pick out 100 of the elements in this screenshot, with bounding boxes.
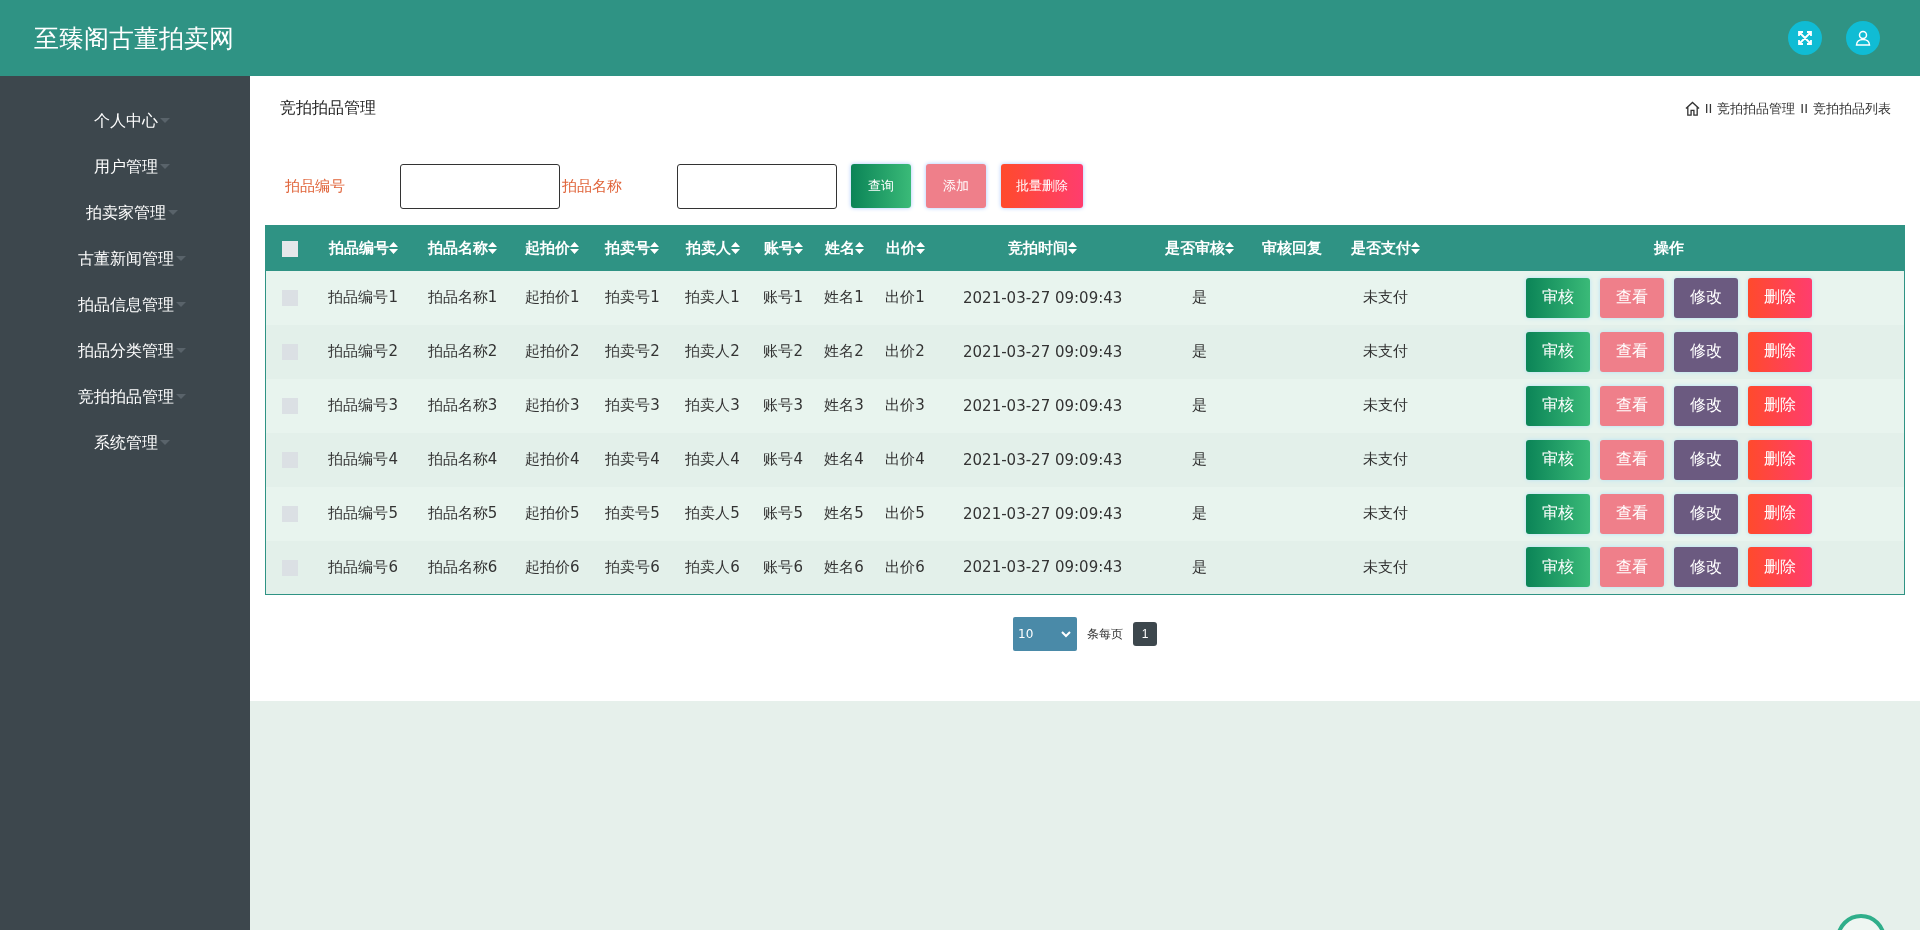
sort-icon[interactable] (1068, 242, 1078, 255)
caret-icon (176, 302, 186, 308)
table-cell: 账号4 (763, 450, 803, 468)
table-cell: 2021-03-27 09:09:43 (963, 450, 1123, 469)
search-button[interactable]: 查询 (851, 164, 911, 208)
table-cell: 是 (1191, 396, 1207, 414)
delete-button[interactable]: 删除 (1748, 493, 1813, 534)
table-cell: 拍品名称3 (427, 396, 498, 414)
review-button[interactable]: 审核 (1526, 493, 1591, 534)
edit-button[interactable]: 修改 (1674, 331, 1739, 372)
view-button[interactable]: 查看 (1600, 385, 1665, 426)
table-cell: 未支付 (1362, 557, 1408, 576)
sidebar-item[interactable]: 系统管理 (80, 428, 170, 458)
column-header: 审核回复 (1262, 238, 1323, 258)
search-field[interactable] (400, 163, 560, 209)
home-icon[interactable] (1684, 101, 1700, 116)
sort-icon[interactable] (488, 242, 498, 255)
delete-button[interactable]: 删除 (1748, 439, 1813, 480)
edit-button[interactable]: 修改 (1674, 385, 1739, 426)
caret-icon (168, 210, 178, 216)
table-cell: 拍卖人6 (685, 557, 740, 576)
table-cell: 起拍价3 (525, 396, 580, 414)
table-cell: 2021-03-27 09:09:43 (963, 396, 1123, 415)
table-cell: 姓名1 (824, 288, 864, 306)
page-button[interactable]: 1 (1133, 622, 1157, 646)
table-cell: 出价3 (885, 396, 925, 414)
sidebar-item[interactable]: 用户管理 (80, 152, 170, 182)
sort-icon[interactable] (730, 242, 740, 255)
view-button[interactable]: 查看 (1600, 493, 1665, 534)
sort-icon[interactable] (650, 242, 660, 255)
select-all-checkbox[interactable] (281, 240, 298, 257)
table-cell: 拍卖人2 (685, 342, 740, 360)
delete-button[interactable]: 删除 (1748, 277, 1813, 318)
table-cell: 拍卖人5 (685, 504, 740, 522)
search-field[interactable] (677, 163, 837, 209)
sort-icon[interactable] (915, 242, 925, 255)
review-button[interactable]: 审核 (1526, 277, 1591, 318)
breadcrumb-separator: II (1800, 101, 1808, 116)
table-cell: 出价5 (885, 504, 925, 522)
table-cell: 拍卖号4 (605, 450, 660, 468)
table-cell: 拍品编号4 (328, 450, 398, 468)
sidebar-item[interactable]: 拍卖家管理 (72, 198, 178, 228)
table-cell: 拍品名称6 (427, 557, 498, 576)
delete-button[interactable]: 删除 (1748, 385, 1813, 426)
table-cell: 是 (1191, 557, 1207, 576)
view-button[interactable]: 查看 (1600, 277, 1665, 318)
sidebar-item[interactable]: 拍品信息管理 (64, 290, 186, 320)
caret-icon (176, 394, 186, 400)
add-button[interactable]: 添加 (926, 164, 986, 208)
table-cell: 姓名5 (824, 504, 864, 522)
edit-button[interactable]: 修改 (1674, 493, 1739, 534)
sort-icon[interactable] (793, 242, 803, 255)
review-button[interactable]: 审核 (1526, 439, 1591, 480)
table-cell: 起拍价5 (525, 504, 580, 522)
per-page-label: 条每页 (1087, 625, 1123, 643)
sort-icon[interactable] (1410, 242, 1420, 255)
batch-delete-button[interactable]: 批量删除 (1001, 164, 1083, 208)
view-button[interactable]: 查看 (1600, 547, 1665, 588)
sort-icon[interactable] (1224, 242, 1234, 255)
table-cell: 未支付 (1362, 288, 1408, 306)
delete-button[interactable]: 删除 (1748, 331, 1813, 372)
table-cell: 拍品名称5 (427, 504, 498, 522)
table-cell: 2021-03-27 09:09:43 (963, 288, 1123, 307)
table-cell: 拍品名称1 (427, 288, 498, 306)
table-cell: 拍品编号6 (328, 557, 398, 576)
table-cell: 拍卖号2 (605, 342, 660, 360)
page-size-select[interactable]: 10 (1013, 617, 1077, 651)
table-cell: 拍卖人1 (685, 288, 740, 306)
review-button[interactable]: 审核 (1526, 331, 1591, 372)
sort-icon[interactable] (388, 242, 398, 255)
sidebar-item[interactable]: 竞拍拍品管理 (64, 382, 186, 412)
table-cell: 未支付 (1362, 396, 1408, 414)
table-cell: 出价4 (885, 450, 925, 468)
view-button[interactable]: 查看 (1600, 331, 1665, 372)
column-header[interactable]: 竞拍时间 (1008, 238, 1078, 258)
view-button[interactable]: 查看 (1600, 439, 1665, 480)
breadcrumb-link[interactable]: 竞拍拍品列表 (1813, 99, 1891, 118)
review-button[interactable]: 审核 (1526, 547, 1591, 588)
sort-icon[interactable] (854, 242, 864, 255)
breadcrumb-link[interactable]: 竞拍拍品管理 (1717, 99, 1796, 118)
sidebar-item[interactable]: 个人中心 (80, 106, 170, 136)
review-button[interactable]: 审核 (1526, 385, 1591, 426)
edit-button[interactable]: 修改 (1674, 439, 1739, 480)
sidebar-item[interactable]: 拍品分类管理 (64, 336, 186, 366)
table-cell: 拍品名称2 (427, 342, 498, 360)
table-cell: 拍品编号5 (328, 504, 398, 522)
delete-button[interactable]: 删除 (1748, 547, 1813, 588)
sort-icon[interactable] (570, 242, 580, 255)
table-cell: 拍卖人4 (685, 450, 740, 468)
fullscreen-button[interactable] (1788, 21, 1822, 55)
sidebar-item[interactable]: 古董新闻管理 (64, 244, 186, 274)
table-cell: 姓名2 (824, 342, 864, 360)
table-cell: 账号3 (763, 396, 803, 414)
column-header: 操作 (1654, 238, 1685, 258)
table-cell: 是 (1191, 504, 1207, 522)
caret-icon (176, 348, 186, 354)
edit-button[interactable]: 修改 (1674, 547, 1739, 588)
edit-button[interactable]: 修改 (1674, 277, 1739, 318)
user-button[interactable] (1846, 21, 1880, 55)
caret-icon (176, 256, 186, 262)
